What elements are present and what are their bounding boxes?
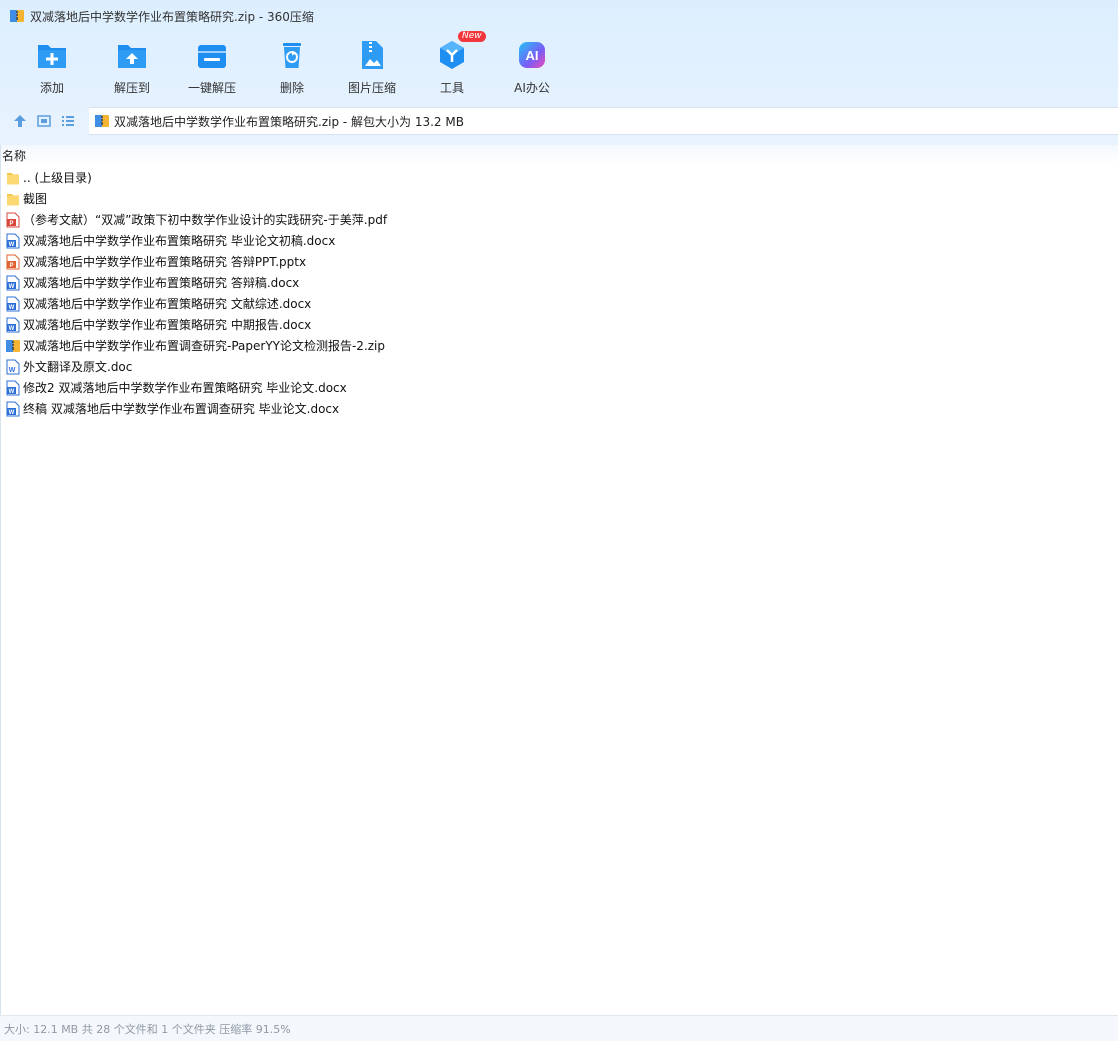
- file-row[interactable]: W 双减落地后中学数学作业布置策略研究 答辩稿.docx: [1, 272, 387, 293]
- file-row[interactable]: W 双减落地后中学数学作业布置策略研究 文献综述.docx: [1, 293, 387, 314]
- word-file-icon: W: [6, 296, 20, 312]
- column-name-label: 名称: [2, 148, 27, 163]
- svg-text:W: W: [9, 389, 15, 395]
- archive-app-icon: [10, 10, 24, 22]
- thumbnail-view-icon: [37, 115, 51, 127]
- file-name: 修改2 双减落地后中学数学作业布置策略研究 毕业论文.docx: [23, 381, 347, 395]
- svg-text:W: W: [9, 367, 16, 374]
- file-row[interactable]: W 终稿 双减落地后中学数学作业布置调查研究 毕业论文.docx: [1, 398, 387, 419]
- file-row[interactable]: W 修改2 双减落地后中学数学作业布置策略研究 毕业论文.docx: [1, 377, 387, 398]
- add-label: 添加: [39, 81, 64, 95]
- file-name: 双减落地后中学数学作业布置策略研究 中期报告.docx: [23, 318, 312, 332]
- delete-label: 删除: [279, 81, 304, 95]
- address-bar[interactable]: 双减落地后中学数学作业布置策略研究.zip - 解包大小为 13.2 MB: [89, 107, 1118, 135]
- tools-button[interactable]: New 工具: [412, 31, 492, 98]
- extract-to-label: 解压到: [113, 81, 150, 95]
- address-text: 双减落地后中学数学作业布置策略研究.zip - 解包大小为 13.2 MB: [114, 114, 464, 129]
- svg-text:W: W: [9, 242, 15, 248]
- file-row[interactable]: P 双减落地后中学数学作业布置策略研究 答辩PPT.pptx: [1, 251, 387, 272]
- list-view-icon: [62, 116, 74, 126]
- thumbnail-view-button[interactable]: [32, 109, 56, 133]
- file-row[interactable]: .. (上级目录): [1, 167, 387, 188]
- file-row[interactable]: W 双减落地后中学数学作业布置策略研究 毕业论文初稿.docx: [1, 230, 387, 251]
- svg-text:W: W: [9, 326, 15, 332]
- one-click-extract-icon: [198, 45, 226, 68]
- toolbar: 添加 解压到 一键解压 删除 图片压缩 New 工具 AI AI办公: [12, 31, 572, 98]
- zip-file-icon: [6, 338, 20, 354]
- status-bar: 大小: 12.1 MB 共 28 个文件和 1 个文件夹 压缩率 91.5%: [0, 1015, 1118, 1041]
- file-row[interactable]: 截图: [1, 188, 387, 209]
- header-area: 双减落地后中学数学作业布置策略研究.zip - 360压缩 添加 解压到 一键解…: [0, 0, 1118, 145]
- svg-text:P: P: [9, 221, 13, 227]
- image-compress-label: 图片压缩: [347, 81, 396, 95]
- powerpoint-file-icon: P: [6, 254, 20, 270]
- word-file-icon: W: [6, 233, 20, 249]
- file-name: （参考文献）“双减”政策下初中数学作业设计的实践研究-于美萍.pdf: [23, 213, 388, 227]
- file-name: 双减落地后中学数学作业布置策略研究 答辩稿.docx: [23, 276, 300, 290]
- file-row[interactable]: P （参考文献）“双减”政策下初中数学作业设计的实践研究-于美萍.pdf: [1, 209, 387, 230]
- file-row[interactable]: W 外文翻译及原文.doc: [1, 356, 387, 377]
- zip-archive-icon: [95, 115, 109, 127]
- extract-to-icon: [118, 45, 146, 68]
- delete-icon: [283, 43, 301, 68]
- one-click-extract-label: 一键解压: [187, 81, 236, 95]
- ai-office-icon: AI: [519, 42, 545, 68]
- file-list: 名称 .. (上级目录) 截图 P （参考文献）“双减”政策下初中数学作业设计的实践研…: [0, 145, 1118, 1015]
- tools-icon: [440, 41, 464, 69]
- ai-office-button[interactable]: AI AI办公: [492, 36, 572, 98]
- svg-text:W: W: [9, 284, 15, 290]
- svg-text:AI: AI: [526, 48, 539, 63]
- title-bar: 双减落地后中学数学作业布置策略研究.zip - 360压缩: [0, 0, 1118, 32]
- delete-button[interactable]: 删除: [252, 36, 332, 98]
- up-level-button[interactable]: [8, 109, 32, 133]
- app-window: 双减落地后中学数学作业布置策略研究.zip - 360压缩 添加 解压到 一键解…: [0, 0, 1118, 1041]
- image-compress-button[interactable]: 图片压缩: [332, 36, 412, 98]
- word-file-icon: W: [6, 401, 20, 417]
- tools-label: 工具: [439, 81, 464, 95]
- file-name: 双减落地后中学数学作业布置策略研究 毕业论文初稿.docx: [23, 234, 336, 248]
- add-icon: [38, 45, 66, 68]
- folder-icon: [6, 191, 20, 207]
- add-button[interactable]: 添加: [12, 36, 92, 98]
- file-row[interactable]: 双减落地后中学数学作业布置调查研究-PaperYY论文检测报告-2.zip: [1, 335, 387, 356]
- word-file-icon: W: [6, 275, 20, 291]
- ai-office-label: AI办公: [514, 81, 550, 95]
- file-name: 终稿 双减落地后中学数学作业布置调查研究 毕业论文.docx: [23, 402, 340, 416]
- svg-text:P: P: [9, 263, 13, 269]
- pdf-file-icon: P: [6, 212, 20, 228]
- extract-to-button[interactable]: 解压到: [92, 36, 172, 98]
- word-doc-icon: W: [6, 359, 20, 375]
- file-rows: .. (上级目录) 截图 P （参考文献）“双减”政策下初中数学作业设计的实践研究-于…: [1, 167, 387, 419]
- folder-icon: [6, 170, 20, 186]
- image-compress-icon: [362, 41, 383, 69]
- svg-text:W: W: [9, 410, 15, 416]
- word-file-icon: W: [6, 317, 20, 333]
- file-name: .. (上级目录): [23, 171, 92, 185]
- list-view-button[interactable]: [56, 109, 80, 133]
- file-name: 双减落地后中学数学作业布置策略研究 答辩PPT.pptx: [23, 255, 307, 269]
- arrow-up-icon: [14, 115, 26, 127]
- file-row[interactable]: W 双减落地后中学数学作业布置策略研究 中期报告.docx: [1, 314, 387, 335]
- file-name: 双减落地后中学数学作业布置策略研究 文献综述.docx: [23, 297, 312, 311]
- file-name: 外文翻译及原文.doc: [23, 360, 133, 374]
- word-file-icon: W: [6, 380, 20, 396]
- navigation-bar: 双减落地后中学数学作业布置策略研究.zip - 解包大小为 13.2 MB: [0, 106, 1118, 136]
- new-badge: New: [458, 31, 486, 42]
- window-title: 双减落地后中学数学作业布置策略研究.zip - 360压缩: [30, 9, 314, 24]
- column-header-name[interactable]: 名称: [1, 145, 1118, 165]
- file-name: 双减落地后中学数学作业布置调查研究-PaperYY论文检测报告-2.zip: [23, 339, 386, 353]
- file-name: 截图: [23, 192, 48, 206]
- status-text: 大小: 12.1 MB 共 28 个文件和 1 个文件夹 压缩率 91.5%: [4, 1022, 291, 1036]
- one-click-extract-button[interactable]: 一键解压: [172, 36, 252, 98]
- svg-text:W: W: [9, 305, 15, 311]
